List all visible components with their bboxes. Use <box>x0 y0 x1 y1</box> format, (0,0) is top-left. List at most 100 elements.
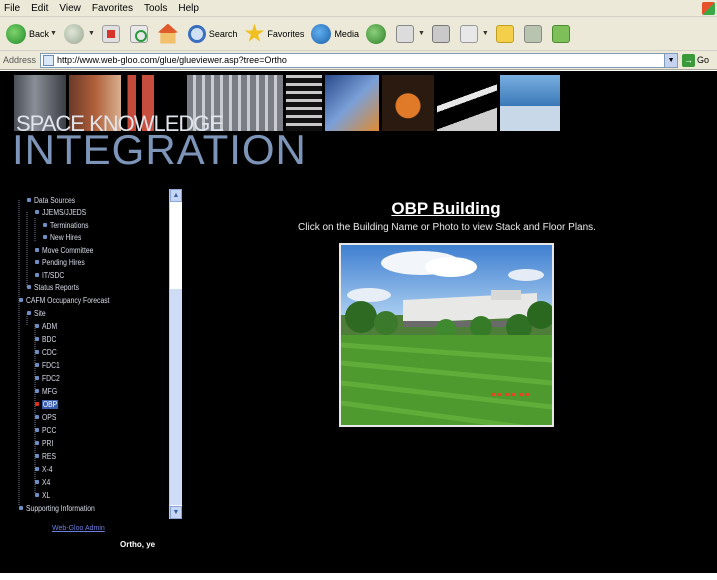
banner-photo-6 <box>325 75 379 131</box>
logo-title: INTEGRATION <box>12 126 307 173</box>
tree-node-icon <box>19 298 23 302</box>
tree-item-pcc[interactable]: PCC <box>35 424 59 436</box>
tree-node-icon <box>35 363 39 367</box>
forward-button[interactable]: ▼ <box>63 23 95 44</box>
tree-node-icon <box>27 198 31 202</box>
tree-item-pending-hires[interactable]: Pending Hires <box>35 256 92 268</box>
tree-item-x-4[interactable]: X-4 <box>35 463 54 475</box>
favorites-label: Favorites <box>267 28 305 39</box>
search-label: Search <box>208 28 238 39</box>
tree-item-site[interactable]: Site <box>27 307 48 319</box>
toolbar: Back ▼ ▼ Search Favorites Media ▼ ▼ <box>0 17 717 51</box>
refresh-button[interactable] <box>129 24 151 43</box>
go-button[interactable]: → Go <box>682 53 710 67</box>
messenger-icon <box>551 24 570 43</box>
print-icon <box>431 24 450 43</box>
menu-view[interactable]: View <box>59 3 81 14</box>
banner-photo-9 <box>500 75 560 131</box>
scroll-up-icon[interactable]: ▲ <box>170 189 182 202</box>
research-button[interactable] <box>523 24 545 43</box>
tree-item-res[interactable]: RES <box>35 450 58 462</box>
tree-item-jjems-jjeds[interactable]: JJEMS/JJEDS <box>35 206 94 218</box>
tree-node-icon <box>35 428 39 432</box>
forward-dropdown-icon[interactable]: ▼ <box>88 30 95 37</box>
tree-node-icon <box>35 248 39 252</box>
tree-item-bdc[interactable]: BDC <box>35 333 59 345</box>
address-dropdown-icon[interactable]: ▼ <box>664 53 678 67</box>
tree-item-data-sources[interactable]: Data Sources <box>27 194 82 206</box>
address-url[interactable]: http://www.web-gloo.com/glue/glueviewer.… <box>57 55 287 65</box>
messenger-button[interactable] <box>551 24 573 43</box>
tree-item-mfg[interactable]: MFG <box>35 385 60 397</box>
tree-node-icon <box>35 389 39 393</box>
edit-button[interactable]: ▼ <box>459 24 489 43</box>
user-greeting: Ortho, ye <box>120 540 156 549</box>
search-button[interactable]: Search <box>187 24 238 43</box>
tree-item-move-committee[interactable]: Move Committee <box>35 244 102 256</box>
back-dropdown-icon[interactable]: ▼ <box>50 30 57 37</box>
banner-photo-5 <box>286 75 322 131</box>
tree-item-terminations[interactable]: Terminations <box>43 219 95 231</box>
edit-dropdown-icon[interactable]: ▼ <box>482 30 489 37</box>
scrollbar-thumb[interactable] <box>171 204 181 290</box>
tree-item-x4[interactable]: X4 <box>35 476 52 488</box>
building-title[interactable]: OBP Building <box>340 199 552 219</box>
tree-item-ops[interactable]: OPS <box>35 411 59 423</box>
edit-page-icon <box>459 24 478 43</box>
tree-item-fdc2[interactable]: FDC2 <box>35 372 63 384</box>
menu-file[interactable]: File <box>4 3 20 14</box>
building-photo[interactable] <box>339 243 554 427</box>
favorites-star-icon <box>244 23 265 42</box>
tree-scrollbar[interactable]: ▲ ▼ <box>169 189 182 519</box>
favorites-button[interactable]: Favorites <box>244 23 305 44</box>
home-button[interactable] <box>157 23 181 44</box>
tree-item-status-reports[interactable]: Status Reports <box>27 281 87 293</box>
tree-node-icon <box>35 415 39 419</box>
tree-item-it-sdc[interactable]: IT/SDC <box>35 269 68 281</box>
menu-tools[interactable]: Tools <box>144 3 167 14</box>
tree-item-fdc1[interactable]: FDC1 <box>35 359 63 371</box>
research-icon <box>523 24 542 43</box>
mail-button[interactable]: ▼ <box>395 24 425 43</box>
tree-item-cdc[interactable]: CDC <box>35 346 59 358</box>
tree-node-icon <box>43 235 47 239</box>
tree-node-icon <box>35 493 39 497</box>
stop-button[interactable] <box>101 24 123 43</box>
home-icon <box>157 23 178 44</box>
web-page: SPACE KNOWLEDGE INTEGRATION Data Sources… <box>0 71 717 573</box>
stop-icon <box>101 24 120 43</box>
history-icon <box>365 23 386 44</box>
folder-button[interactable] <box>495 24 517 43</box>
menu-edit[interactable]: Edit <box>31 3 48 14</box>
tree-node-icon <box>35 480 39 484</box>
tree-item-pri[interactable]: PRI <box>35 437 55 449</box>
tree-item-cafm-occupancy-forecast[interactable]: CAFM Occupancy Forecast <box>19 294 124 306</box>
tree-node-icon <box>35 273 39 277</box>
tree-item-supporting-information[interactable]: Supporting Information <box>19 502 107 514</box>
mail-dropdown-icon[interactable]: ▼ <box>418 30 425 37</box>
tree-item-xl[interactable]: XL <box>35 489 52 501</box>
menu-help[interactable]: Help <box>178 3 199 14</box>
history-button[interactable] <box>365 23 389 44</box>
tree-node-icon <box>43 223 47 227</box>
scroll-down-icon[interactable]: ▼ <box>170 506 182 519</box>
mail-icon <box>395 24 414 43</box>
tree-node-icon <box>35 337 39 341</box>
address-input[interactable]: http://www.web-gloo.com/glue/glueviewer.… <box>40 52 679 68</box>
windows-logo-icon <box>702 2 715 15</box>
print-button[interactable] <box>431 24 453 43</box>
navigation-tree: Data Sources JJEMS/JJEDS Terminations Ne… <box>14 189 182 519</box>
media-button[interactable]: Media <box>311 23 359 44</box>
tree-node-icon <box>35 454 39 458</box>
page-icon <box>43 54 55 66</box>
tree-item-obp[interactable]: OBP <box>35 398 61 410</box>
back-button[interactable]: Back ▼ <box>6 23 57 44</box>
media-label: Media <box>334 28 359 39</box>
go-label: Go <box>697 55 710 65</box>
banner-photo-7 <box>382 75 434 131</box>
scrollbar-track[interactable] <box>170 289 182 505</box>
tree-item-new-hires[interactable]: New Hires <box>43 231 87 243</box>
menu-favorites[interactable]: Favorites <box>92 3 133 14</box>
admin-link[interactable]: Web-Gloo Admin <box>52 525 105 532</box>
tree-item-adm[interactable]: ADM <box>35 320 60 332</box>
